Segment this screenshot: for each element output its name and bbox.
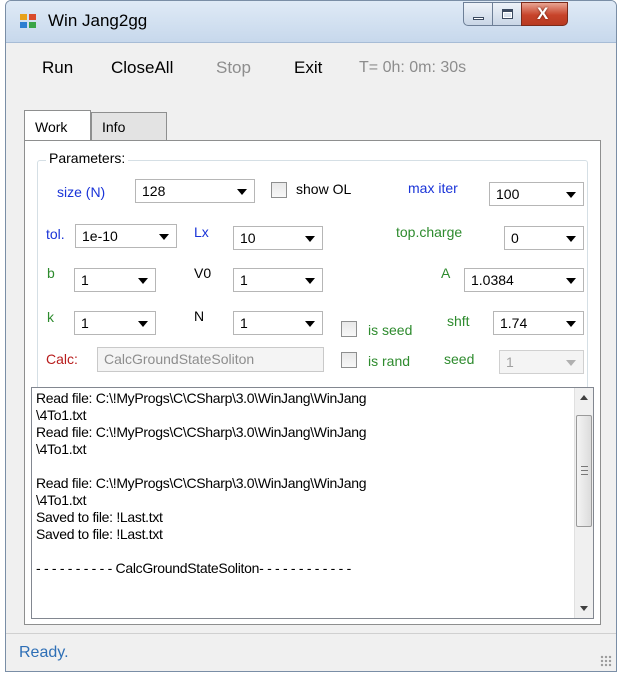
seed-combobox[interactable]: 1 [499, 350, 584, 374]
k-combobox[interactable]: 1 [74, 311, 156, 335]
size-label: size (N) [57, 184, 106, 200]
menu-run[interactable]: Run [42, 58, 73, 78]
menu-exit[interactable]: Exit [294, 58, 322, 78]
b-combobox[interactable]: 1 [74, 268, 156, 292]
calc-field[interactable]: CalcGroundStateSoliton [97, 347, 324, 372]
k-label: k [47, 309, 54, 325]
size-combobox[interactable]: 128 [135, 179, 255, 203]
a-value: 1.0384 [471, 272, 514, 288]
n-value: 1 [240, 315, 248, 331]
log-line: Saved to file: !Last.txt [36, 509, 163, 525]
max-iter-combobox[interactable]: 100 [489, 182, 584, 206]
top-charge-dropdown-icon [566, 236, 576, 242]
log-line: Saved to file: !Last.txt [36, 526, 163, 542]
log-lines: Read file: C:\!MyProgs\C\CSharp\3.0\WinJ… [36, 390, 564, 577]
v0-dropdown-icon [305, 278, 315, 284]
v0-label: V0 [194, 265, 212, 281]
scroll-down-icon[interactable] [575, 599, 593, 618]
calc-label: Calc: [46, 351, 78, 367]
work-tab-panel: Parameters: size (N) 128 show OL max ite… [24, 140, 601, 625]
status-bar: Ready. [6, 633, 616, 671]
scroll-up-icon[interactable] [575, 388, 593, 407]
tol-combobox[interactable]: 1e-10 [75, 224, 177, 248]
max-iter-dropdown-icon [566, 192, 576, 198]
shft-value: 1.74 [500, 315, 528, 331]
log-output[interactable]: Read file: C:\!MyProgs\C\CSharp\3.0\WinJ… [31, 387, 594, 619]
resize-grip-icon[interactable] [600, 655, 612, 667]
size-dropdown-icon [237, 189, 247, 195]
log-line: Read file: C:\!MyProgs\C\CSharp\3.0\WinJ… [36, 390, 367, 406]
n-label: N [194, 308, 205, 324]
lx-value: 10 [240, 230, 256, 246]
log-line: - - - - - - - - - - CalcGroundStateSolit… [36, 560, 351, 576]
a-combobox[interactable]: 1.0384 [464, 268, 584, 292]
max-iter-value: 100 [496, 186, 520, 202]
window-title: Win Jang2gg [48, 11, 148, 30]
is-seed-checkbox[interactable] [341, 321, 357, 337]
title-bar[interactable]: Win Jang2gg X [6, 1, 616, 43]
log-line: \4To1.txt [36, 492, 87, 508]
size-value: 128 [142, 183, 166, 199]
v0-value: 1 [240, 272, 248, 288]
log-line: Read file: C:\!MyProgs\C\CSharp\3.0\WinJ… [36, 475, 367, 491]
menu-stop[interactable]: Stop [216, 58, 251, 78]
log-line: \4To1.txt [36, 441, 87, 457]
scroll-thumb[interactable] [576, 415, 592, 527]
shft-dropdown-icon [566, 321, 576, 327]
tol-label: tol. [46, 226, 65, 242]
parameters-group-label: Parameters: [46, 150, 129, 166]
close-icon: X [537, 4, 549, 23]
seed-label: seed [444, 351, 475, 367]
menu-closeall[interactable]: CloseAll [111, 58, 173, 78]
top-charge-value: 0 [511, 230, 519, 246]
is-rand-label: is rand [368, 353, 411, 369]
minimize-icon [473, 17, 484, 20]
is-seed-label: is seed [368, 322, 413, 338]
tab-info[interactable]: Info [91, 112, 167, 141]
log-scrollbar[interactable] [574, 388, 593, 618]
maximize-icon [502, 9, 513, 19]
shft-label: shft [447, 313, 470, 329]
close-button[interactable]: X [521, 2, 568, 26]
top-charge-combobox[interactable]: 0 [504, 226, 584, 250]
show-ol-checkbox[interactable] [271, 182, 287, 198]
minimize-button[interactable] [463, 2, 493, 26]
b-value: 1 [81, 272, 89, 288]
max-iter-label: max iter [408, 180, 458, 196]
seed-dropdown-icon [566, 360, 576, 366]
shft-combobox[interactable]: 1.74 [493, 311, 584, 335]
n-combobox[interactable]: 1 [233, 311, 323, 335]
log-line: \4To1.txt [36, 407, 87, 423]
is-rand-checkbox[interactable] [341, 352, 357, 368]
seed-value: 1 [506, 354, 514, 370]
show-ol-label: show OL [296, 181, 352, 197]
status-text: Ready. [19, 644, 69, 661]
parameters-group: Parameters: size (N) 128 show OL max ite… [37, 150, 588, 390]
b-label: b [47, 265, 55, 281]
k-dropdown-icon [138, 321, 148, 327]
top-charge-label: top.charge [396, 224, 463, 240]
app-window: Win Jang2gg X Run CloseAll Stop Exit T= … [5, 0, 617, 672]
a-label: A [441, 265, 451, 281]
app-grid-icon [20, 14, 38, 30]
lx-combobox[interactable]: 10 [233, 226, 323, 250]
tab-work[interactable]: Work [24, 110, 91, 141]
menu-bar: Run CloseAll Stop Exit T= 0h: 0m: 30s [6, 43, 616, 93]
log-line: Read file: C:\!MyProgs\C\CSharp\3.0\WinJ… [36, 424, 367, 440]
lx-dropdown-icon [305, 236, 315, 242]
tol-dropdown-icon [159, 234, 169, 240]
maximize-button[interactable] [492, 2, 522, 26]
n-dropdown-icon [305, 321, 315, 327]
lx-label: Lx [194, 224, 209, 240]
v0-combobox[interactable]: 1 [233, 268, 323, 292]
k-value: 1 [81, 315, 89, 331]
a-dropdown-icon [566, 278, 576, 284]
elapsed-timer: T= 0h: 0m: 30s [359, 59, 467, 76]
b-dropdown-icon [138, 278, 148, 284]
tol-value: 1e-10 [82, 228, 118, 244]
grip-icon [581, 466, 588, 475]
